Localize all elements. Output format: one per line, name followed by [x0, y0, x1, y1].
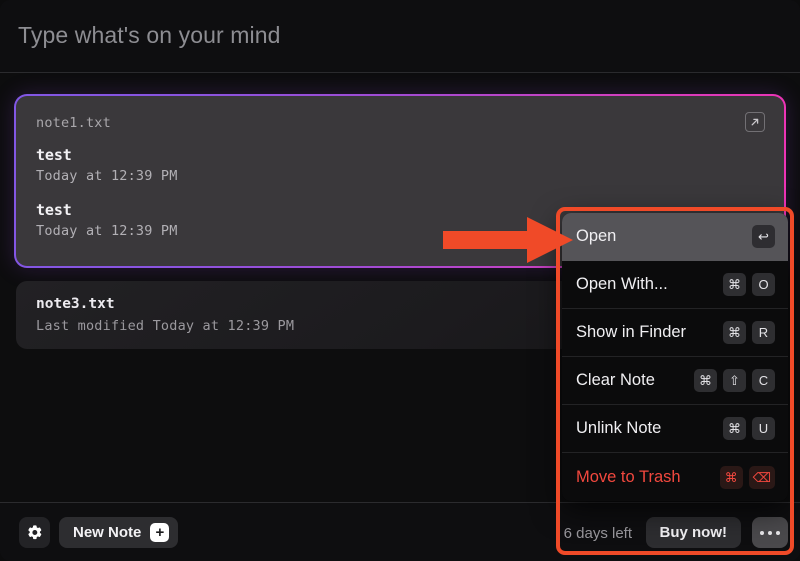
ellipsis-icon[interactable] — [752, 517, 788, 548]
ellipsis-dot — [776, 530, 780, 535]
context-menu-item-label: Move to Trash — [576, 467, 681, 486]
note-filename: note3.txt — [36, 296, 115, 312]
shortcut-key: ⌘ — [719, 465, 743, 489]
context-menu-item-label: Clear Note — [576, 371, 655, 389]
shortcut-key: ⌘ — [723, 321, 746, 344]
ellipsis-dot — [760, 530, 764, 535]
shortcut-key: ⇧ — [723, 369, 746, 392]
note-last-modified: Last modified Today at 12:39 PM — [36, 318, 295, 334]
context-menu-item-shortcut: ⌘ ⌫ — [719, 465, 775, 489]
note-entry[interactable]: test Today at 12:39 PM — [36, 146, 178, 184]
context-menu-item[interactable]: Open ↩ — [562, 213, 788, 261]
buy-now-button[interactable]: Buy now! — [645, 517, 741, 548]
shortcut-key: ⌫ — [748, 465, 775, 489]
trial-status: 6 days left — [563, 525, 632, 542]
open-in-new-icon[interactable] — [745, 112, 765, 132]
context-menu[interactable]: Open ↩ Open With... ⌘ O Show in Finder ⌘ R Clear… — [562, 213, 788, 501]
active-note-filename: note1.txt — [36, 115, 111, 131]
context-menu-item[interactable]: Open With... ⌘ O — [562, 261, 788, 309]
context-menu-item[interactable]: Move to Trash ⌘ ⌫ — [562, 453, 788, 501]
context-menu-item-label: Unlink Note — [576, 419, 662, 437]
note-entry-timestamp: Today at 12:39 PM — [36, 168, 178, 184]
context-menu-item-label: Open — [576, 227, 617, 245]
note-entry-timestamp: Today at 12:39 PM — [36, 223, 178, 239]
shortcut-key: ⌘ — [723, 273, 746, 296]
gear-icon[interactable] — [19, 517, 50, 548]
ellipsis-dot — [768, 530, 772, 535]
context-menu-item-label: Open With... — [576, 275, 668, 293]
new-note-label: New Note — [73, 524, 142, 541]
context-menu-item-shortcut: ⌘ R — [723, 321, 775, 344]
note-entry-title: test — [36, 201, 72, 219]
footer-toolbar: New Note + 6 days left Buy now! — [0, 502, 800, 561]
context-menu-item-label: Show in Finder — [576, 323, 687, 341]
shortcut-key: ⌘ — [694, 369, 717, 392]
context-menu-item-shortcut: ↩ — [752, 225, 775, 248]
shortcut-key: ↩ — [752, 225, 775, 248]
context-menu-item-shortcut: ⌘ O — [723, 273, 775, 296]
context-menu-item-shortcut: ⌘ ⇧ C — [694, 369, 775, 392]
buy-now-label: Buy now! — [659, 524, 728, 541]
app-window: Type what's on your mind note1.txt test … — [0, 0, 800, 561]
context-menu-item-shortcut: ⌘ U — [723, 417, 775, 440]
shortcut-key: C — [752, 369, 775, 392]
plus-icon: + — [150, 523, 170, 542]
context-menu-item[interactable]: Clear Note ⌘ ⇧ C — [562, 357, 788, 405]
shortcut-key: ⌘ — [723, 417, 746, 440]
compose-input[interactable]: Type what's on your mind — [18, 22, 280, 49]
context-menu-item[interactable]: Unlink Note ⌘ U — [562, 405, 788, 453]
new-note-button[interactable]: New Note + — [59, 517, 179, 548]
note-entry[interactable]: test Today at 12:39 PM — [36, 201, 178, 239]
shortcut-key: O — [752, 273, 775, 296]
shortcut-key: U — [752, 417, 775, 440]
context-menu-item[interactable]: Show in Finder ⌘ R — [562, 309, 788, 357]
shortcut-key: R — [752, 321, 775, 344]
note-entry-title: test — [36, 146, 72, 164]
compose-header[interactable]: Type what's on your mind — [0, 0, 800, 73]
